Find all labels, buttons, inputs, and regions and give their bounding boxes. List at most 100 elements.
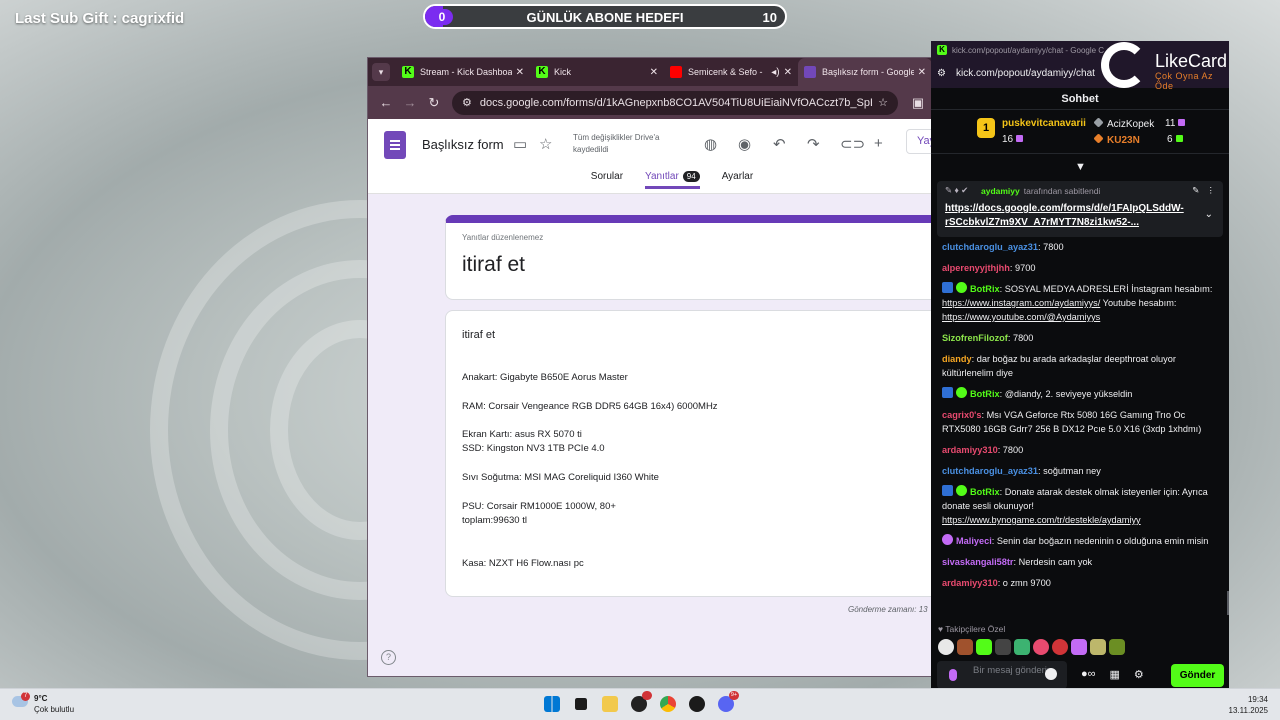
collapse-icon[interactable]: ▼ — [1075, 161, 1086, 173]
chat-username[interactable]: SizofrenFilozof — [942, 333, 1008, 343]
palette-icon[interactable]: ◍ — [704, 135, 717, 153]
emote-icon[interactable] — [1109, 639, 1125, 655]
google-forms-logo[interactable] — [384, 131, 406, 159]
chat-message: BotRix: SOSYAL MEDYA ADRESLERİ İnstagram… — [942, 282, 1222, 324]
chat-url-text: kick.com/popout/aydamiyy/chat — [955, 68, 1095, 79]
system-clock[interactable]: 19:34 13.11.2025 — [1229, 694, 1268, 716]
tab-kick-dashboard[interactable]: K Stream - Kick Dashboard ✕ — [396, 58, 530, 86]
likecard-sponsor-logo: LikeCard Çok Oyna Az Öde — [1101, 42, 1229, 91]
windows-start-icon[interactable] — [544, 696, 560, 712]
task-view-icon[interactable] — [575, 698, 587, 710]
chat-link[interactable]: https://www.youtube.com/@Aydamiyys — [942, 312, 1100, 322]
submit-time: Gönderme zamanı: 13 — [848, 605, 928, 614]
add-collaborator-icon[interactable]: + — [874, 135, 883, 152]
likecard-tagline: Çok Oyna Az Öde — [1155, 71, 1214, 91]
pinned-link[interactable]: https://docs.google.com/forms/d/e/1FAIpQ… — [945, 202, 1195, 230]
close-icon[interactable]: ✕ — [784, 67, 792, 78]
emote-icon[interactable] — [1052, 639, 1068, 655]
chrome-icon[interactable] — [660, 696, 676, 712]
site-info-icon[interactable]: ⚙ — [937, 68, 946, 79]
close-icon[interactable]: ✕ — [918, 67, 926, 78]
chat-username[interactable]: BotRix — [970, 284, 1000, 294]
clock-date: 13.11.2025 — [1228, 706, 1268, 715]
question-label: itiraf et — [462, 329, 496, 341]
emote-icon[interactable] — [1033, 639, 1049, 655]
chat-username[interactable]: cagrix0's — [942, 410, 981, 420]
help-icon[interactable]: ? — [381, 650, 396, 665]
unpin-icon[interactable]: ✎ ⋮ — [1192, 185, 1215, 196]
emote-icon[interactable] — [938, 639, 954, 655]
emote-bar — [938, 639, 1125, 655]
chat-text: o zmn 9700 — [1002, 578, 1051, 588]
subscriber-goal-bar: 0 GÜNLÜK ABONE HEDEFI 10 — [423, 4, 787, 29]
tab-settings[interactable]: Ayarlar — [722, 171, 754, 189]
gift-box-icon[interactable]: ▦ — [1110, 668, 1120, 681]
gift-leaderboard: 1 puskevitcanavarii 16 AcizKopek 11 KU23… — [931, 110, 1229, 154]
tab-kick[interactable]: K Kick ✕ — [530, 58, 664, 86]
chat-username[interactable]: ardamiyy310 — [942, 578, 998, 588]
emote-icon[interactable] — [995, 639, 1011, 655]
leaderboard-user[interactable]: AcizKopek — [1093, 117, 1154, 130]
link-icon[interactable]: ⊂⊃ — [840, 135, 865, 153]
responses-count-badge: 94 — [682, 171, 700, 182]
chat-text: @diandy, 2. seviyeye yükseldin — [1004, 389, 1133, 399]
gift-icon — [1178, 119, 1186, 126]
obs-badge — [642, 691, 652, 700]
chat-username[interactable]: Maliyeci — [956, 536, 992, 546]
file-explorer-icon[interactable] — [602, 696, 618, 712]
infinity-icon[interactable]: ●∞ — [1081, 668, 1096, 681]
chat-username[interactable]: ardamiyy310 — [942, 445, 998, 455]
tab-search-icon[interactable]: ▾ — [372, 63, 390, 81]
close-icon[interactable]: ✕ — [650, 67, 658, 78]
emote-icon[interactable] — [1014, 639, 1030, 655]
microphone-icon[interactable] — [949, 669, 957, 681]
speaker-icon[interactable]: ◂) — [771, 67, 779, 78]
clock-time: 19:34 — [1247, 695, 1268, 704]
site-info-icon[interactable]: ⚙ — [462, 96, 472, 109]
tab-google-forms[interactable]: Başlıksız form - Google ✕ — [798, 58, 932, 86]
chat-message-input[interactable]: Bir mesaj gönderin — [937, 661, 1067, 689]
form-body: Yanıtlar düzenlenemez itiraf et itiraf e… — [368, 195, 936, 676]
bookmark-star-icon[interactable]: ☆ — [878, 96, 888, 109]
chat-username[interactable]: diandy — [942, 354, 972, 364]
forward-icon[interactable]: → — [398, 95, 422, 110]
chat-username[interactable]: alperenyyjthjhh — [942, 263, 1010, 273]
emote-icon[interactable] — [1071, 639, 1087, 655]
star-icon[interactable]: ☆ — [539, 135, 552, 153]
gear-icon[interactable]: ⚙ — [1134, 668, 1144, 681]
chat-username[interactable]: BotRix — [970, 487, 1000, 497]
form-name[interactable]: Başlıksız form — [422, 137, 504, 152]
chat-username[interactable]: sivaskangali58tr — [942, 557, 1014, 567]
discord-icon[interactable]: 9+ — [718, 691, 739, 712]
reload-icon[interactable]: ↻ — [422, 95, 446, 111]
emote-icon[interactable] — [976, 639, 992, 655]
streaming-app-icon[interactable] — [689, 696, 705, 712]
pinned-by-user[interactable]: aydamiyy — [981, 186, 1020, 196]
emoji-icon[interactable] — [1045, 668, 1057, 680]
close-icon[interactable]: ✕ — [516, 67, 524, 78]
preview-eye-icon[interactable]: ◉ — [738, 135, 751, 153]
emote-icon[interactable] — [1090, 639, 1106, 655]
last-sub-gift-label: Last Sub Gift : cagrixfid — [15, 10, 185, 27]
emote-icon[interactable] — [957, 639, 973, 655]
send-button[interactable]: Gönder — [1171, 664, 1224, 687]
url-input[interactable]: ⚙ docs.google.com/forms/d/1kAGnepxnb8CO1… — [452, 90, 898, 115]
tab-youtube[interactable]: Semicenk & Sefo - ◂) ✕ — [664, 58, 798, 86]
chat-username[interactable]: BotRix — [970, 389, 1000, 399]
chevron-down-icon[interactable]: ⌄ — [1205, 209, 1213, 220]
translate-icon[interactable]: ▣ — [906, 95, 930, 111]
chat-link[interactable]: https://www.bynogame.com/tr/destekle/ayd… — [942, 515, 1141, 525]
tab-responses[interactable]: Yanıtlar 94 — [645, 171, 700, 189]
undo-icon[interactable]: ↶ — [773, 135, 786, 153]
chat-scrollbar[interactable] — [1227, 591, 1229, 615]
chat-link[interactable]: https://www.instagram.com/aydamiyys/ — [942, 298, 1100, 308]
leaderboard-user[interactable]: KU23N — [1093, 133, 1140, 146]
obs-icon[interactable] — [631, 691, 652, 712]
redo-icon[interactable]: ↷ — [807, 135, 820, 153]
folder-icon[interactable]: ▭ — [513, 135, 527, 153]
chat-username[interactable]: clutchdaroglu_ayaz31 — [942, 466, 1038, 476]
back-icon[interactable]: ← — [374, 95, 398, 110]
chat-username[interactable]: clutchdaroglu_ayaz31 — [942, 242, 1038, 252]
leaderboard-user[interactable]: puskevitcanavarii — [1002, 118, 1086, 129]
tab-questions[interactable]: Sorular — [591, 171, 623, 189]
